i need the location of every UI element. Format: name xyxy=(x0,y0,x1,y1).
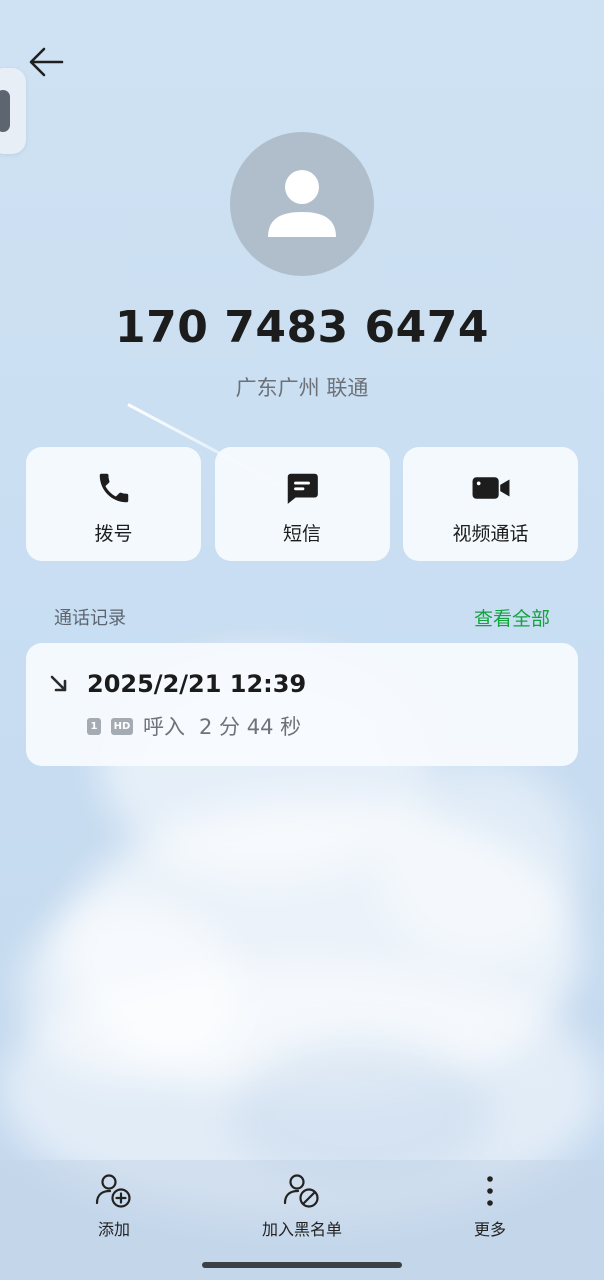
block-contact-icon xyxy=(283,1174,319,1208)
call-log-entry[interactable]: 2025/2/21 12:39 1 HD 呼入 2 分 44 秒 xyxy=(26,643,578,766)
quick-actions: 拨号 短信 视频通话 xyxy=(26,447,578,561)
call-duration: 2 分 44 秒 xyxy=(199,715,302,739)
blacklist-button[interactable]: 加入黑名单 xyxy=(252,1172,352,1240)
hd-badge: HD xyxy=(111,717,133,735)
call-datetime: 2025/2/21 12:39 xyxy=(87,670,307,698)
more-label: 更多 xyxy=(473,1220,506,1239)
video-call-button[interactable]: 视频通话 xyxy=(403,447,578,561)
phone-number: 170 7483 6474 xyxy=(115,302,489,353)
add-contact-label: 添加 xyxy=(97,1220,130,1239)
back-arrow-icon xyxy=(29,47,64,77)
add-contact-button[interactable]: 添加 xyxy=(84,1172,144,1240)
add-contact-icon xyxy=(95,1174,131,1208)
video-camera-icon xyxy=(472,477,509,499)
call-log-title: 通话记录 xyxy=(54,608,126,629)
phone-icon xyxy=(99,473,128,503)
number-location: 广东广州 联通 xyxy=(235,376,369,400)
dial-button[interactable]: 拨号 xyxy=(26,447,201,561)
sms-button[interactable]: 短信 xyxy=(214,447,390,561)
sim-badge: 1 xyxy=(87,717,101,735)
more-vertical-icon xyxy=(487,1176,493,1206)
call-log-header: 通话记录 查看全部 xyxy=(54,604,550,630)
floating-side-handle[interactable] xyxy=(0,68,26,154)
message-icon xyxy=(287,473,318,504)
person-icon xyxy=(268,170,336,237)
video-call-label: 视频通话 xyxy=(452,523,529,545)
incoming-call-arrow-icon xyxy=(50,675,67,692)
contact-avatar xyxy=(230,132,374,276)
back-button[interactable] xyxy=(24,40,68,84)
call-type: 呼入 xyxy=(143,715,185,739)
more-button[interactable]: 更多 xyxy=(460,1172,520,1240)
blacklist-label: 加入黑名单 xyxy=(261,1220,342,1239)
dial-label: 拨号 xyxy=(94,523,133,545)
home-indicator[interactable] xyxy=(202,1262,402,1268)
sms-label: 短信 xyxy=(282,523,321,545)
view-all-link[interactable]: 查看全部 xyxy=(474,604,550,631)
call-details: 1 HD 呼入 2 分 44 秒 xyxy=(87,711,301,741)
